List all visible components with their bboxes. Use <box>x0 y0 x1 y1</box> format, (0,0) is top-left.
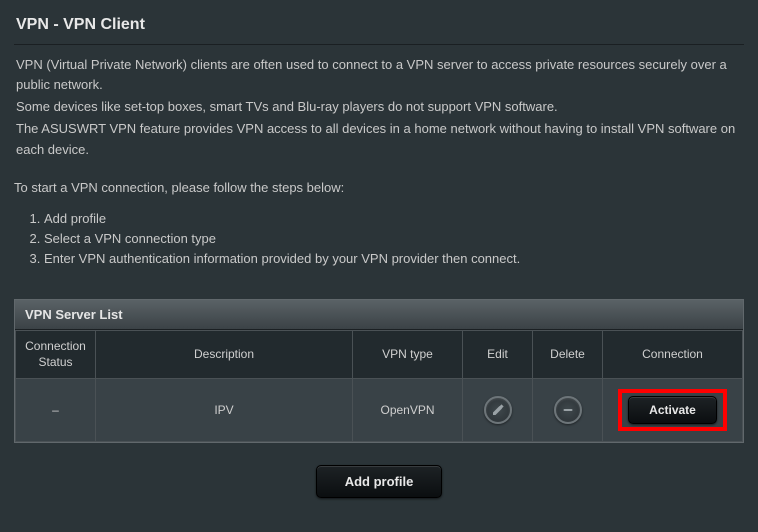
table-row: – IPV OpenVPN <box>16 379 743 442</box>
footer-actions: Add profile <box>14 465 744 498</box>
intro-p1: VPN (Virtual Private Network) clients ar… <box>16 55 742 95</box>
divider <box>14 44 744 45</box>
intro-p2: Some devices like set-top boxes, smart T… <box>16 97 742 117</box>
pencil-icon <box>491 403 505 417</box>
step-item: Enter VPN authentication information pro… <box>44 249 744 269</box>
edit-button[interactable] <box>484 396 512 424</box>
minus-icon <box>561 403 575 417</box>
steps-lead: To start a VPN connection, please follow… <box>14 180 744 195</box>
delete-button[interactable] <box>554 396 582 424</box>
vpn-table: Connection Status Description VPN type E… <box>15 330 743 442</box>
cell-status: – <box>16 379 96 442</box>
intro-p3: The ASUSWRT VPN feature provides VPN acc… <box>16 119 742 159</box>
intro-text: VPN (Virtual Private Network) clients ar… <box>14 55 744 160</box>
page-title: VPN - VPN Client <box>14 10 744 44</box>
col-header-vpntype: VPN type <box>353 331 463 379</box>
vpn-server-panel: VPN Server List Connection Status Descri… <box>14 299 744 443</box>
activate-button[interactable]: Activate <box>628 396 717 424</box>
step-item: Select a VPN connection type <box>44 229 744 249</box>
cell-edit <box>463 379 533 442</box>
add-profile-button[interactable]: Add profile <box>316 465 443 498</box>
col-header-delete: Delete <box>533 331 603 379</box>
panel-header: VPN Server List <box>15 300 743 330</box>
col-header-edit: Edit <box>463 331 533 379</box>
col-header-connection: Connection <box>603 331 743 379</box>
steps-list: Add profile Select a VPN connection type… <box>44 209 744 269</box>
col-header-description: Description <box>96 331 353 379</box>
col-header-status: Connection Status <box>16 331 96 379</box>
step-item: Add profile <box>44 209 744 229</box>
cell-vpntype: OpenVPN <box>353 379 463 442</box>
cell-connection: Activate <box>603 379 743 442</box>
highlight-activate: Activate <box>618 389 727 431</box>
cell-delete <box>533 379 603 442</box>
cell-description: IPV <box>96 379 353 442</box>
